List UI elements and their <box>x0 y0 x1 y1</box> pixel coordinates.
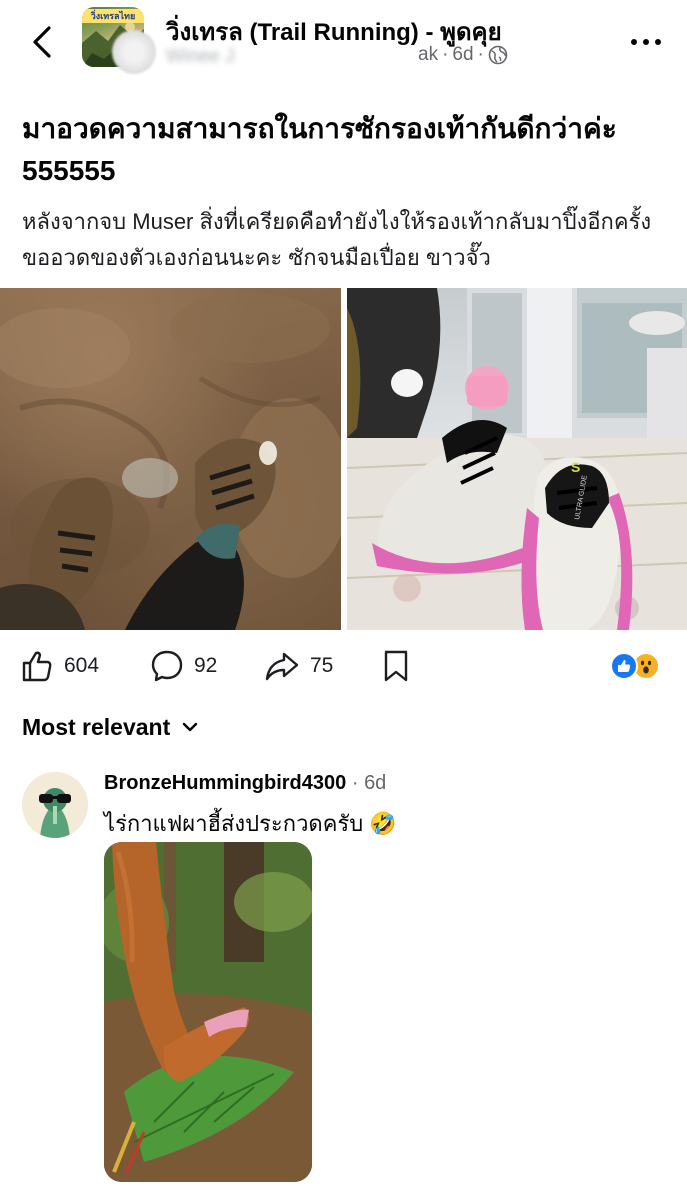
sort-label: Most relevant <box>22 713 171 740</box>
post-body: หลังจากจบ Muser สิ่งที่เครียดคือทำยังไงใ… <box>22 209 652 270</box>
comment-icon <box>151 650 183 682</box>
post-actions: 604 92 75 <box>0 640 687 692</box>
globe-icon <box>488 45 508 65</box>
dot-icon <box>655 39 661 45</box>
dot-icon <box>631 39 637 45</box>
save-button[interactable] <box>382 648 410 684</box>
comment-time[interactable]: 6d <box>364 772 386 794</box>
back-button[interactable] <box>22 22 62 62</box>
share-count: 75 <box>310 654 334 677</box>
like-button[interactable]: 604 <box>20 648 99 684</box>
muddy-shoes-photo[interactable] <box>0 288 341 630</box>
shoe-brand-logo: S <box>571 459 580 475</box>
bookmark-icon <box>384 650 408 682</box>
author-name-tail: ak <box>418 44 439 65</box>
comment-count: 92 <box>194 654 218 677</box>
comment-button[interactable]: 92 <box>150 648 217 684</box>
comment-photo[interactable] <box>104 842 312 1182</box>
share-button[interactable]: 75 <box>264 648 333 684</box>
commenter-name-row: BronzeHummingbird4300 · 6d <box>104 772 386 795</box>
hummingbird-avatar-icon <box>22 772 88 838</box>
like-count: 604 <box>64 654 100 677</box>
post-header: วิ่งเทรลไทย วิ่งเทรล (Trail Running) - พ… <box>0 0 687 84</box>
commenter-name[interactable]: BronzeHummingbird4300 <box>104 772 346 794</box>
dot-icon <box>643 39 649 45</box>
separator-dot: · <box>477 44 484 65</box>
clean-shoes-photo[interactable]: S ULTRA GLIDE <box>347 288 687 630</box>
reaction-summary[interactable] <box>610 652 670 682</box>
post-meta-tail: ak · 6d · <box>418 44 508 66</box>
commenter-avatar[interactable] <box>22 772 88 838</box>
thumbs-up-icon <box>22 651 52 682</box>
author-avatar[interactable] <box>112 30 156 74</box>
post-timestamp[interactable]: 6d <box>452 44 473 66</box>
like-reaction-icon <box>610 652 638 680</box>
chevron-down-icon <box>183 722 198 732</box>
chevron-left-icon <box>33 26 51 58</box>
author-name-blurred[interactable]: Winee J <box>166 46 416 68</box>
comment-text: ไร่กาแฟผาฮี้ส่งประกวดครับ 🤣 <box>104 811 397 836</box>
comment-separator: · <box>351 772 359 794</box>
post-title: มาอวดความสามารถในการซักรองเท้ากันดีกว่าค… <box>22 113 617 186</box>
post-meta: Winee J ak · 6d · <box>166 44 536 70</box>
more-options-button[interactable] <box>624 28 668 56</box>
share-arrow-icon <box>265 652 299 681</box>
meta-separator: · <box>442 44 449 65</box>
comment-sort-dropdown[interactable]: Most relevant <box>22 710 198 744</box>
